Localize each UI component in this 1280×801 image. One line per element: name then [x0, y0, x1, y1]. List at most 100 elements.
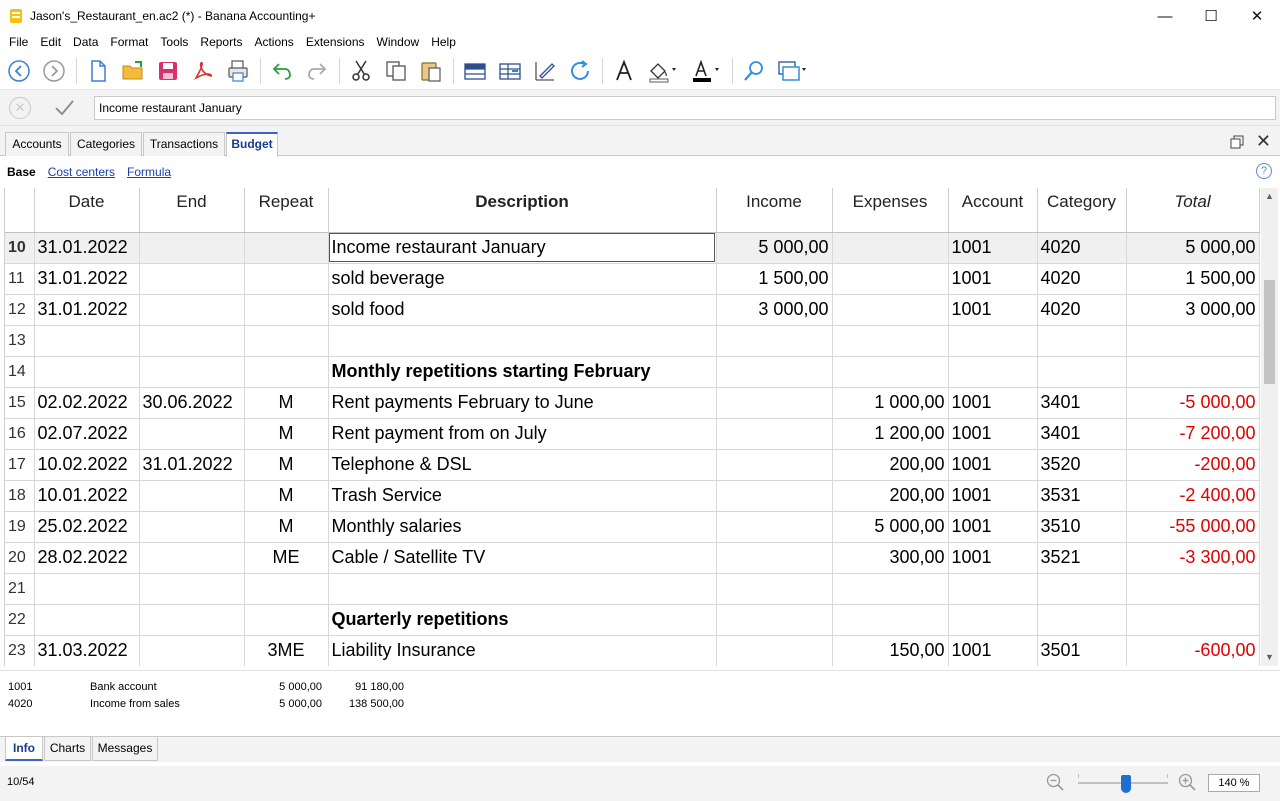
col-header-category[interactable]: Category — [1037, 188, 1127, 233]
cell-description[interactable]: Monthly repetitions starting February — [328, 356, 717, 388]
tab-transactions[interactable]: Transactions — [143, 132, 225, 156]
cell-category[interactable]: 3520 — [1037, 449, 1127, 481]
cell-end[interactable]: 30.06.2022 — [139, 387, 245, 419]
cell-total[interactable]: -55 000,00 — [1126, 511, 1260, 543]
table-row[interactable]: 12 31.01.2022 sold food 3 000,00 1001 4020 3 0… — [5, 294, 1260, 326]
cell-expenses[interactable]: 200,00 — [832, 480, 949, 512]
view-formula[interactable]: Formula — [127, 165, 171, 179]
cell-income[interactable] — [716, 511, 833, 543]
cell-date[interactable]: 31.03.2022 — [34, 635, 140, 666]
cell-income[interactable] — [716, 449, 833, 481]
cell-total[interactable]: 3 000,00 — [1126, 294, 1260, 326]
table-row[interactable]: 18 10.01.2022 M Trash Service 200,00 1001 3531… — [5, 480, 1260, 512]
new-file-icon[interactable] — [85, 58, 111, 84]
tab-messages[interactable]: Messages — [92, 737, 158, 761]
zoom-level[interactable]: 140 % — [1208, 774, 1260, 792]
cell-date[interactable] — [34, 604, 140, 636]
menu-help[interactable]: Help — [425, 35, 462, 49]
cell-description[interactable] — [328, 325, 717, 357]
cell-total[interactable]: -5 000,00 — [1126, 387, 1260, 419]
cell-expenses[interactable] — [832, 604, 949, 636]
cell-description[interactable]: Rent payments February to June — [328, 387, 717, 419]
cell-description[interactable]: Income restaurant January — [328, 232, 717, 264]
cell-repeat[interactable]: 3ME — [244, 635, 329, 666]
tab-budget[interactable]: Budget — [226, 132, 278, 157]
cell-category[interactable]: 4020 — [1037, 263, 1127, 295]
copy-icon[interactable] — [383, 58, 409, 84]
cell-category[interactable]: 4020 — [1037, 232, 1127, 264]
cell-description[interactable] — [328, 573, 717, 605]
cell-income[interactable] — [716, 325, 833, 357]
cell-date[interactable]: 31.01.2022 — [34, 232, 140, 264]
table-vertical-scrollbar[interactable]: ▲ ▼ — [1261, 188, 1278, 666]
search-icon[interactable] — [741, 58, 767, 84]
cell-category[interactable]: 3401 — [1037, 387, 1127, 419]
col-header-description[interactable]: Description — [328, 188, 717, 233]
cell-account[interactable]: 1001 — [948, 387, 1038, 419]
cell-date[interactable]: 31.01.2022 — [34, 263, 140, 295]
cell-description[interactable]: sold food — [328, 294, 717, 326]
cut-icon[interactable] — [348, 58, 374, 84]
help-icon[interactable]: ? — [1256, 163, 1272, 179]
cell-description[interactable]: sold beverage — [328, 263, 717, 295]
cell-income[interactable] — [716, 480, 833, 512]
zoom-out-icon[interactable] — [1046, 773, 1064, 791]
cell-end[interactable] — [139, 635, 245, 666]
cell-date[interactable] — [34, 356, 140, 388]
menu-extensions[interactable]: Extensions — [300, 35, 371, 49]
cell-account[interactable] — [948, 604, 1038, 636]
cell-end[interactable] — [139, 511, 245, 543]
cell-repeat[interactable]: M — [244, 449, 329, 481]
cancel-edit-icon[interactable]: ✕ — [9, 96, 31, 119]
cell-account[interactable]: 1001 — [948, 449, 1038, 481]
insert-rows-icon[interactable] — [462, 58, 488, 84]
cell-repeat[interactable] — [244, 232, 329, 264]
cell-category[interactable]: 3510 — [1037, 511, 1127, 543]
cell-income[interactable] — [716, 604, 833, 636]
cell-total[interactable]: -200,00 — [1126, 449, 1260, 481]
cell-repeat[interactable] — [244, 263, 329, 295]
cell-date[interactable]: 02.02.2022 — [34, 387, 140, 419]
scroll-down-icon[interactable]: ▼ — [1261, 649, 1278, 666]
cell-category[interactable]: 3521 — [1037, 542, 1127, 574]
cell-income[interactable] — [716, 356, 833, 388]
save-icon[interactable] — [155, 58, 181, 84]
cell-repeat[interactable] — [244, 604, 329, 636]
cell-date[interactable]: 10.01.2022 — [34, 480, 140, 512]
cell-expenses[interactable]: 300,00 — [832, 542, 949, 574]
cell-end[interactable] — [139, 542, 245, 574]
cell-end[interactable] — [139, 356, 245, 388]
paste-icon[interactable] — [418, 58, 444, 84]
cell-income[interactable]: 5 000,00 — [716, 232, 833, 264]
menu-window[interactable]: Window — [371, 35, 426, 49]
cell-repeat[interactable]: M — [244, 511, 329, 543]
cell-date[interactable]: 31.01.2022 — [34, 294, 140, 326]
duplicate-row-icon[interactable] — [497, 58, 523, 84]
cell-total[interactable]: -2 400,00 — [1126, 480, 1260, 512]
edit-row-icon[interactable] — [532, 58, 558, 84]
cell-account[interactable]: 1001 — [948, 542, 1038, 574]
cell-description[interactable]: Trash Service — [328, 480, 717, 512]
cell-total[interactable] — [1126, 604, 1260, 636]
cell-end[interactable] — [139, 294, 245, 326]
menu-reports[interactable]: Reports — [194, 35, 248, 49]
pdf-icon[interactable] — [190, 58, 216, 84]
cell-repeat[interactable]: ME — [244, 542, 329, 574]
maximize-button[interactable]: ☐ — [1188, 0, 1234, 32]
tab-info[interactable]: Info — [5, 737, 43, 761]
cell-repeat[interactable] — [244, 294, 329, 326]
cell-account[interactable]: 1001 — [948, 635, 1038, 666]
cell-description[interactable]: Liability Insurance — [328, 635, 717, 666]
view-base[interactable]: Base — [7, 165, 36, 179]
cell-income[interactable] — [716, 573, 833, 605]
cell-account[interactable]: 1001 — [948, 232, 1038, 264]
table-row[interactable]: 14 Monthly repetitions starting February — [5, 356, 1260, 388]
back-icon[interactable] — [6, 58, 32, 84]
cell-end[interactable] — [139, 480, 245, 512]
cell-description[interactable]: Telephone & DSL — [328, 449, 717, 481]
col-header-end[interactable]: End — [139, 188, 245, 233]
cell-expenses[interactable]: 1 200,00 — [832, 418, 949, 450]
scroll-up-icon[interactable]: ▲ — [1261, 188, 1278, 205]
cell-category[interactable] — [1037, 325, 1127, 357]
cell-account[interactable]: 1001 — [948, 294, 1038, 326]
